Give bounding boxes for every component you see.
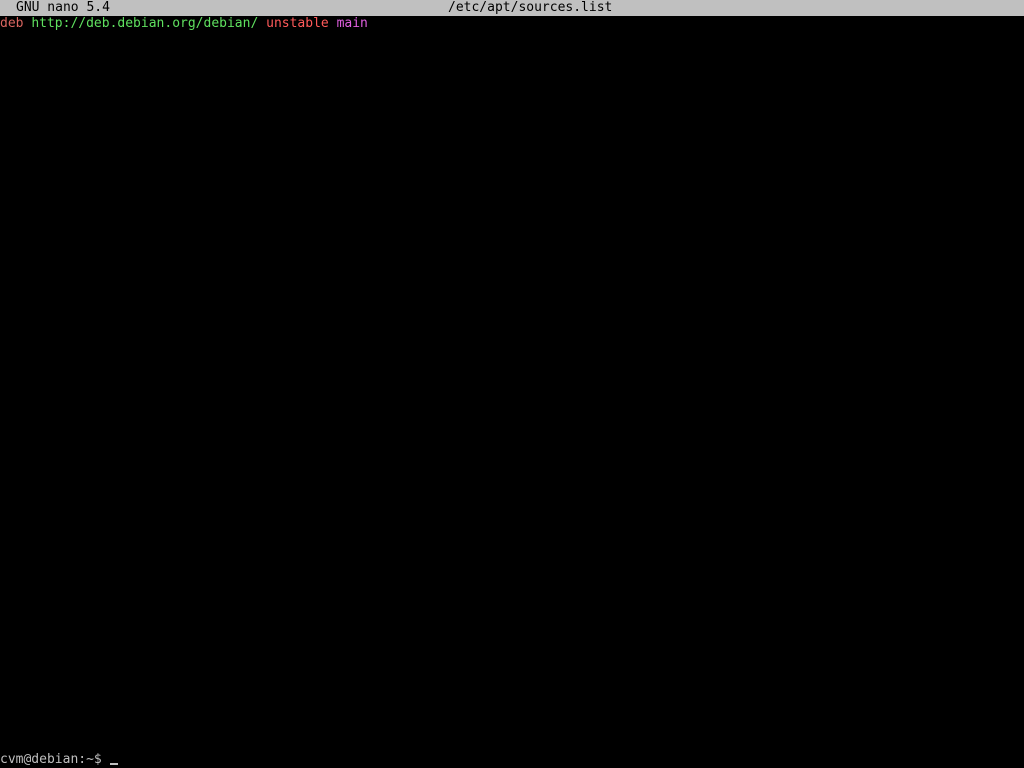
file-name-label: /etc/apt/sources.list <box>448 0 613 15</box>
sources-line[interactable]: deb http://deb.debian.org/debian/ unstab… <box>0 16 1024 32</box>
shell-prompt[interactable]: cvm@debian:~$ <box>0 752 118 768</box>
repository-url-token: http://deb.debian.org/debian/ <box>31 16 259 31</box>
distribution-token: unstable <box>266 16 329 31</box>
archive-type-token: deb <box>0 16 24 31</box>
terminal-screen[interactable]: GNU nano 5.4 /etc/apt/sources.list deb h… <box>0 0 1024 768</box>
editor-buffer[interactable]: deb http://deb.debian.org/debian/ unstab… <box>0 16 1024 736</box>
component-token: main <box>336 16 368 31</box>
text-cursor <box>109 763 118 765</box>
prompt-text: cvm@debian:~$ <box>0 752 102 767</box>
nano-title-bar: GNU nano 5.4 /etc/apt/sources.list <box>0 0 1024 16</box>
editor-version-label: GNU nano 5.4 <box>16 0 110 15</box>
